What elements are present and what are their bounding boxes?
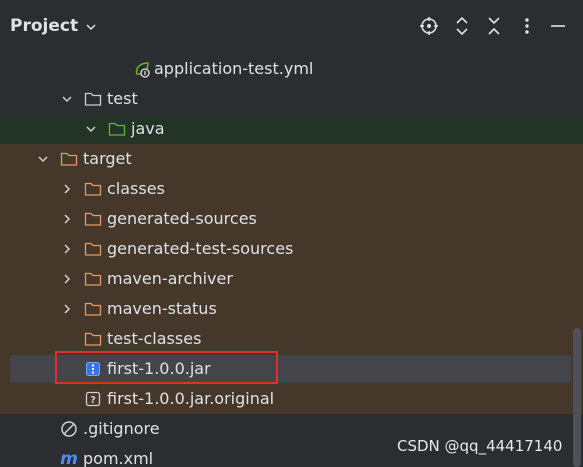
collapse-all-icon[interactable] [483, 15, 505, 37]
spring-config-icon [133, 60, 151, 78]
tree-item-label: first-1.0.0.jar [107, 359, 211, 378]
tree-item-label: pom.xml [83, 449, 154, 467]
chevron-down-icon[interactable] [60, 92, 74, 106]
project-tool-window: Project application-test.yml test java t… [0, 0, 583, 467]
tree-item-first-jar[interactable]: first-1.0.0.jar [0, 354, 583, 384]
excluded-folder-icon [84, 210, 102, 228]
tree-item-java[interactable]: java [0, 114, 583, 144]
tree-item-first-jar-original[interactable]: ? first-1.0.0.jar.original [0, 384, 583, 414]
hide-icon[interactable] [547, 15, 569, 37]
tree-item-label: maven-archiver [107, 269, 233, 288]
project-view-selector[interactable]: Project [10, 16, 98, 36]
gitignore-icon [60, 420, 78, 438]
tree-item-label: maven-status [107, 299, 217, 318]
tree-item-label: generated-sources [107, 209, 257, 228]
tree-item-label: first-1.0.0.jar.original [107, 389, 275, 408]
tree-item-application-test-yml[interactable]: application-test.yml [0, 54, 583, 84]
chevron-right-icon[interactable] [60, 272, 74, 286]
folder-icon [84, 90, 102, 108]
tree-item-maven-archiver[interactable]: maven-archiver [0, 264, 583, 294]
tree-item-label: .gitignore [83, 419, 160, 438]
tree-item-test-classes[interactable]: test-classes [0, 324, 583, 354]
chevron-down-icon [86, 24, 96, 31]
tree-item-target[interactable]: target [0, 144, 583, 174]
unknown-file-icon: ? [84, 390, 102, 408]
tree-item-label: target [83, 149, 132, 168]
chevron-right-icon[interactable] [60, 182, 74, 196]
tree-item-label: test [107, 89, 138, 108]
more-options-icon[interactable] [516, 15, 538, 37]
tree-item-label: java [131, 119, 165, 138]
svg-text:?: ? [90, 395, 96, 406]
excluded-folder-icon [84, 240, 102, 258]
tree-item-label: generated-test-sources [107, 239, 294, 258]
chevron-right-icon[interactable] [60, 242, 74, 256]
excluded-folder-icon [84, 270, 102, 288]
test-folder-icon [108, 120, 126, 138]
chevron-right-icon[interactable] [60, 302, 74, 316]
tree-item-label: test-classes [107, 329, 202, 348]
excluded-folder-icon [84, 180, 102, 198]
excluded-folder-icon [60, 150, 78, 168]
watermark: CSDN @qq_44417140 [397, 437, 563, 455]
jar-icon [84, 360, 102, 378]
maven-icon: m [60, 449, 78, 467]
tree-item-label: classes [107, 179, 165, 198]
project-tree: application-test.yml test java target cl… [0, 53, 583, 467]
chevron-down-icon[interactable] [36, 152, 50, 166]
tree-item-test[interactable]: test [0, 84, 583, 114]
tree-item-classes[interactable]: classes [0, 174, 583, 204]
chevron-down-icon[interactable] [84, 122, 98, 136]
tree-item-generated-test-sources[interactable]: generated-test-sources [0, 234, 583, 264]
expand-all-icon[interactable] [451, 15, 473, 37]
vertical-scrollbar[interactable] [573, 328, 581, 467]
excluded-folder-icon [84, 330, 102, 348]
locate-icon[interactable] [418, 15, 440, 37]
chevron-right-icon[interactable] [60, 212, 74, 226]
tree-item-maven-status[interactable]: maven-status [0, 294, 583, 324]
tree-item-generated-sources[interactable]: generated-sources [0, 204, 583, 234]
tree-item-label: application-test.yml [154, 59, 314, 78]
tool-window-title: Project [10, 16, 79, 36]
tool-window-header: Project [0, 0, 583, 53]
excluded-folder-icon [84, 300, 102, 318]
